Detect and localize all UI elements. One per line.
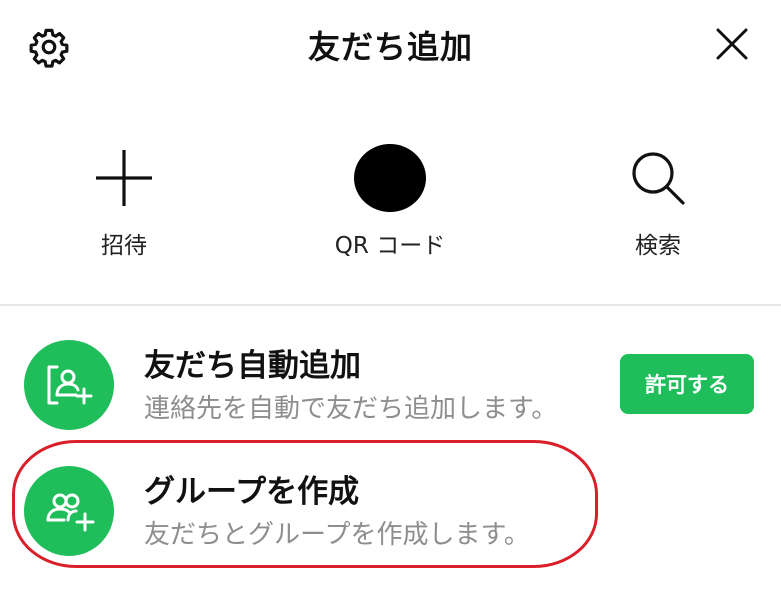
list-item-auto-add[interactable]: 友だち自動追加 連絡先を自動で友だち追加します。 許可する xyxy=(0,334,781,434)
close-icon xyxy=(714,26,750,66)
create-group-title: グループを作成 xyxy=(144,474,360,510)
add-friends-screen: 友だち追加 招待 QR コード 検索 友だち自動追加 連絡先を自動で友だち追加し… xyxy=(0,0,781,601)
section-divider xyxy=(0,304,781,306)
add-method-row: 招待 QR コード 検索 xyxy=(0,138,781,278)
plus-icon xyxy=(84,138,164,218)
list-item-create-group[interactable]: グループを作成 友だちとグループを作成します。 xyxy=(0,460,781,560)
invite-button[interactable]: 招待 xyxy=(24,138,224,268)
allow-button[interactable]: 許可する xyxy=(620,354,754,414)
close-button[interactable] xyxy=(710,24,754,68)
qr-code-label: QR コード xyxy=(334,233,446,259)
page-title: 友だち追加 xyxy=(307,28,473,66)
auto-add-title: 友だち自動追加 xyxy=(144,348,361,384)
qr-code-button[interactable]: QR コード xyxy=(290,138,490,268)
invite-label: 招待 xyxy=(101,233,147,259)
auto-add-subtitle: 連絡先を自動で友だち追加します。 xyxy=(144,394,558,424)
search-icon xyxy=(618,138,698,218)
qr-code-icon xyxy=(350,138,430,218)
search-label: 検索 xyxy=(635,233,681,259)
group-add-icon xyxy=(24,466,114,556)
create-group-subtitle: 友だちとグループを作成します。 xyxy=(144,520,530,550)
header: 友だち追加 xyxy=(0,0,781,92)
contact-sync-icon xyxy=(24,340,114,430)
search-button[interactable]: 検索 xyxy=(558,138,758,268)
